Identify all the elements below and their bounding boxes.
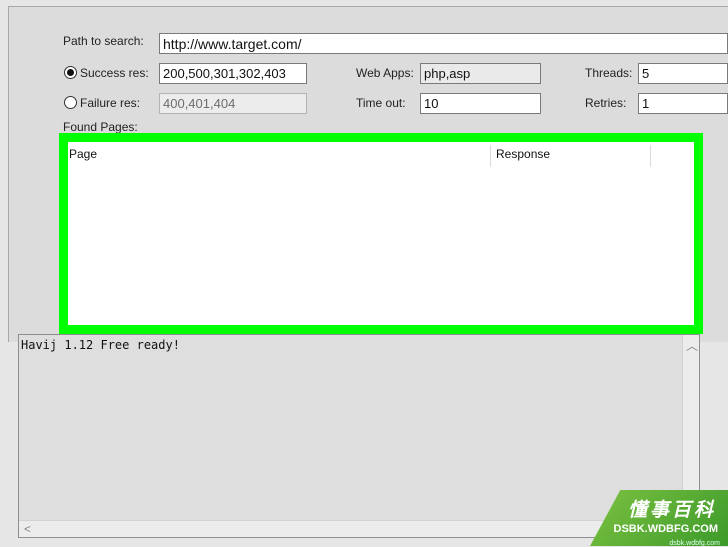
failure-label: Failure res: [80,96,141,110]
found-pages-highlight: Page Response [59,133,703,334]
timeout-input[interactable]: 10 [420,93,541,114]
retries-input[interactable]: 1 [638,93,728,114]
found-pages-list[interactable]: Page Response [68,142,694,325]
column-divider[interactable] [490,145,491,167]
webapps-input[interactable]: php,asp [420,63,541,84]
scroll-left-icon[interactable]: < [24,523,31,535]
watermark-title: 懂事百科 [627,500,716,521]
scroll-up-icon[interactable]: ︿ [686,340,698,352]
watermark-logo: 懂事百科 DSBK.WDBFG.COM dsbk.wdbfg.com [590,490,728,547]
column-header-page[interactable]: Page [69,147,97,161]
retries-label: Retries: [585,96,627,110]
timeout-label: Time out: [356,96,406,110]
failure-radio[interactable] [64,96,77,109]
column-header-response[interactable]: Response [496,147,550,161]
threads-input[interactable]: 5 [638,63,728,84]
success-codes-input[interactable]: 200,500,301,302,403 [159,63,307,84]
success-label: Success res: [80,66,149,80]
column-divider[interactable] [650,145,651,167]
log-text: Havij 1.12 Free ready! [21,338,180,352]
path-input[interactable]: http://www.target.com/ [159,33,728,54]
path-label: Path to search: [63,34,144,48]
threads-label: Threads: [585,66,633,80]
failure-codes-input[interactable]: 400,401,404 [159,93,307,114]
found-pages-label: Found Pages: [63,120,138,134]
webapps-label: Web Apps: [356,66,414,80]
success-radio[interactable] [64,66,77,79]
watermark-site: DSBK.WDBFG.COM [613,523,719,535]
